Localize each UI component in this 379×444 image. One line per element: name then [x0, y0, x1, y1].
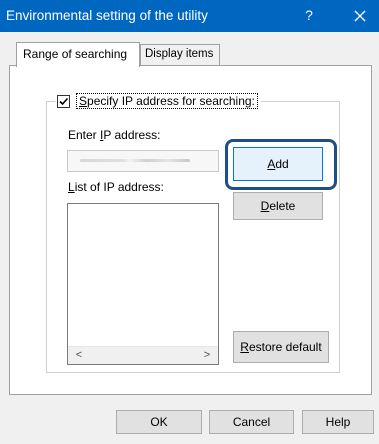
window-title: Environmental setting of the utility	[6, 8, 208, 23]
delete-button[interactable]: Delete	[233, 192, 323, 220]
ip-address-input[interactable]	[67, 150, 219, 172]
tab-display-items[interactable]: Display items	[140, 44, 220, 67]
ip-list-label: List of IP address:	[68, 180, 164, 194]
add-button[interactable]: Add	[233, 147, 323, 181]
cancel-button[interactable]: Cancel	[209, 410, 294, 434]
ip-address-list[interactable]: < >	[67, 203, 219, 365]
close-icon	[354, 10, 366, 22]
help-button[interactable]: Help	[302, 410, 374, 434]
tab-range-of-searching[interactable]: Range of searching	[16, 42, 140, 67]
scroll-left-icon[interactable]: <	[72, 350, 86, 361]
title-bar: Environmental setting of the utility ?	[0, 0, 379, 32]
horizontal-scrollbar[interactable]: < >	[68, 346, 218, 364]
restore-default-button[interactable]: Restore default	[233, 331, 329, 363]
tab-label: Range of searching	[23, 47, 128, 61]
specify-ip-checkbox[interactable]	[57, 94, 70, 108]
specify-ip-checkbox-row[interactable]: Specify IP address for searching:	[55, 93, 261, 109]
help-title-button[interactable]: ?	[301, 7, 317, 23]
close-button[interactable]	[350, 2, 370, 28]
enter-ip-label: Enter IP address:	[68, 128, 161, 142]
specify-ip-label: Specify IP address for searching:	[76, 93, 258, 109]
scroll-right-icon[interactable]: >	[200, 350, 214, 361]
tab-label: Display items	[145, 48, 214, 60]
checkmark-icon	[59, 97, 69, 105]
ok-button[interactable]: OK	[116, 410, 202, 434]
blurred-ip-value	[80, 159, 190, 162]
